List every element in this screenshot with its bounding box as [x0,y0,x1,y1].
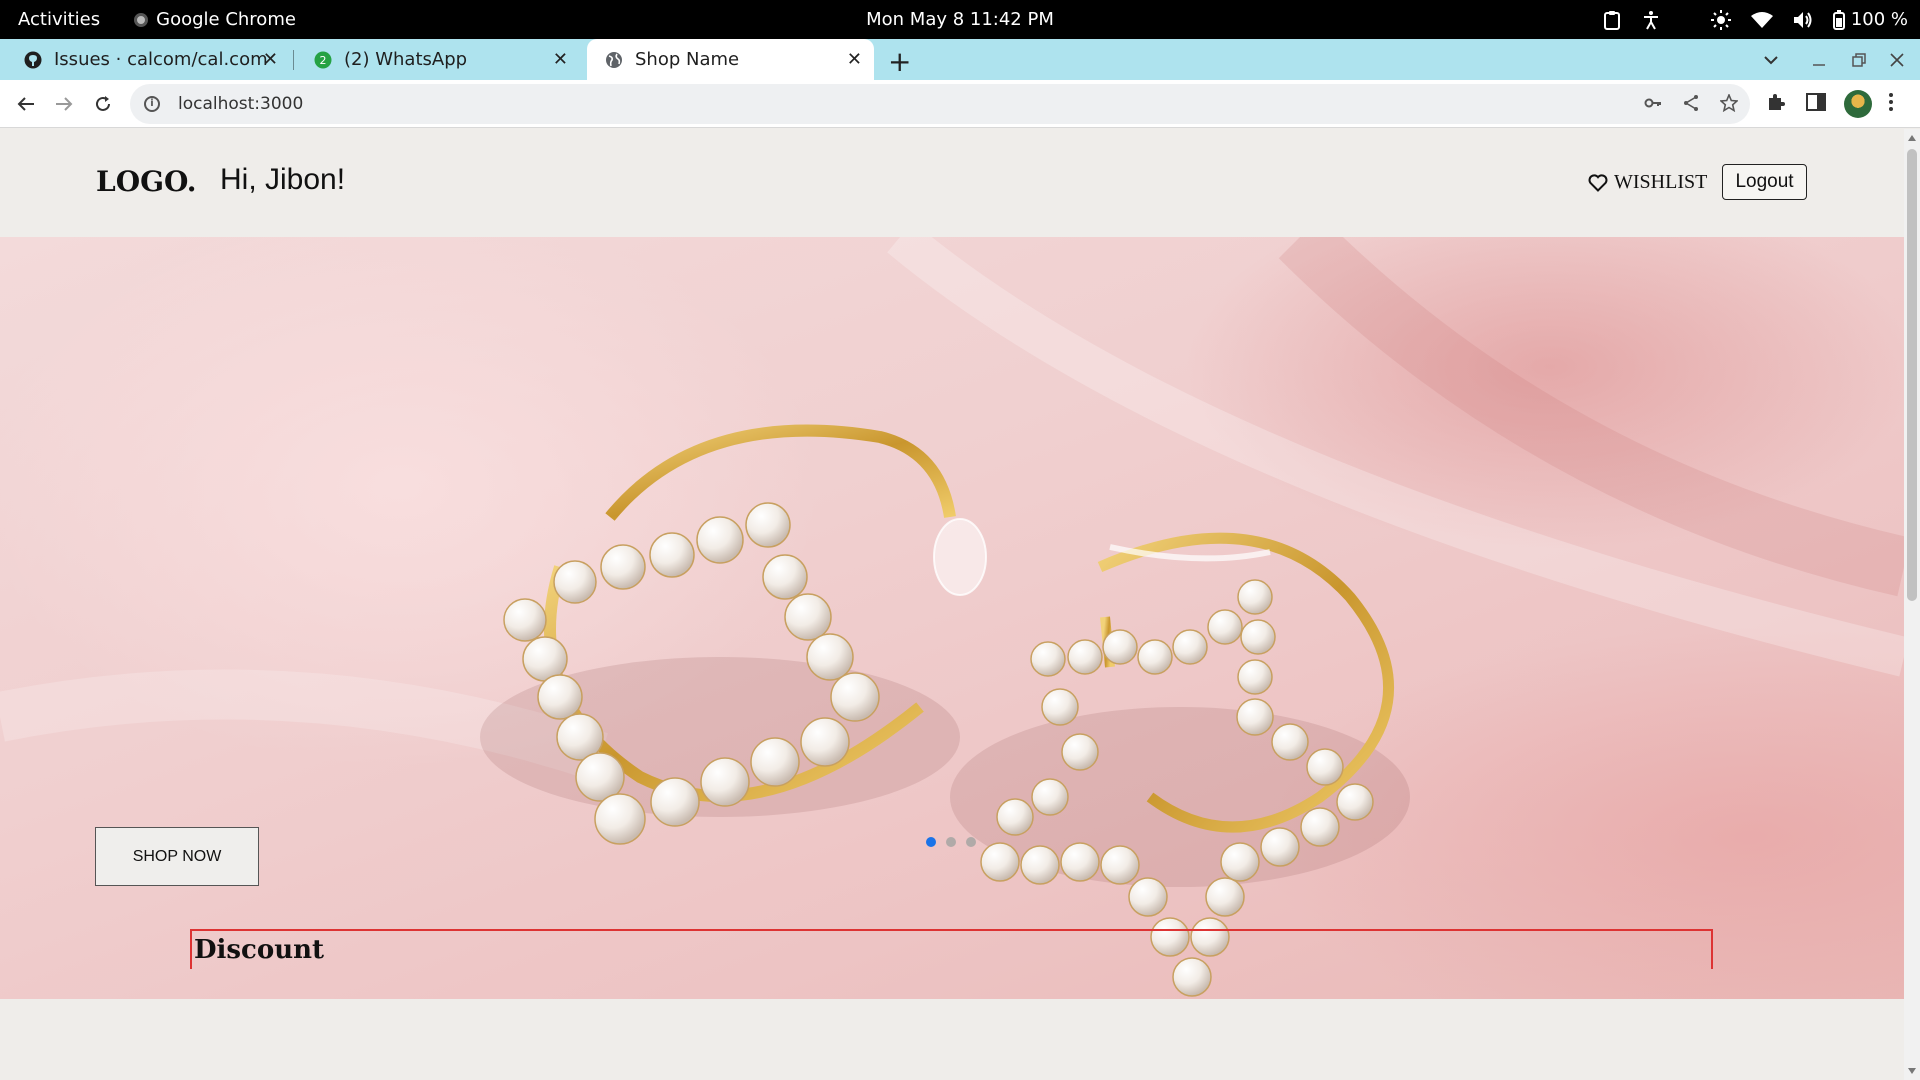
github-icon [24,51,42,69]
volume-icon [1793,11,1812,28]
tab-search-icon[interactable] [1764,39,1778,80]
back-icon[interactable] [14,92,38,116]
clipboard-icon [1603,10,1620,30]
battery-icon [1832,9,1845,30]
profile-avatar[interactable] [1844,90,1872,118]
system-tray[interactable]: 100 % [1603,0,1908,39]
globe-icon [605,51,623,69]
user-greeting: Hi, Jibon! [220,163,346,196]
reload-icon[interactable] [91,92,115,116]
url-text: localhost:3000 [178,94,304,114]
close-tab-icon[interactable]: ✕ [847,49,862,70]
whatsapp-icon: 2 [314,51,332,69]
wishlist-link[interactable]: WISHLIST [1588,171,1707,194]
tab-whatsapp[interactable]: 2 (2) WhatsApp ✕ [296,39,580,80]
address-bar[interactable]: i localhost:3000 [130,84,1750,124]
wifi-icon [1750,11,1773,28]
tab-strip: Issues · calcom/cal.com · G ✕ 2 (2) What… [0,39,1920,80]
app-menu[interactable]: Google Chrome [134,9,296,30]
chrome-icon [134,12,149,27]
close-window-icon[interactable] [1890,39,1904,80]
carousel-dot[interactable] [946,837,956,847]
tab-title: (2) WhatsApp [344,49,468,70]
carousel-dot[interactable] [926,837,936,847]
app-name: Google Chrome [156,9,296,30]
site-header: LOGO. Hi, Jibon! WISHLIST Logout [0,129,1904,237]
close-tab-icon[interactable]: ✕ [553,49,568,70]
hero-carousel[interactable]: SHOP NOW [0,237,1904,999]
site-info-icon[interactable]: i [144,96,160,112]
toolbar-actions [1766,90,1894,118]
tab-title: Issues · calcom/cal.com · G [54,49,272,70]
system-top-bar: Activities Google Chrome Mon May 8 11:42… [0,0,1920,39]
bookmark-star-icon[interactable] [1719,92,1739,116]
battery-percent: 100 % [1850,9,1908,30]
share-icon[interactable] [1682,94,1700,116]
site-logo[interactable]: LOGO. [96,165,197,198]
discount-heading: Discount [194,935,325,965]
key-icon[interactable] [1644,94,1662,116]
scrollbar-thumb[interactable] [1907,149,1917,601]
tab-separator [293,50,294,70]
restore-icon[interactable] [1852,39,1866,80]
new-tab-icon[interactable]: + [888,45,911,78]
tab-github-issues[interactable]: Issues · calcom/cal.com · G ✕ [0,39,290,80]
activities-button[interactable]: Activities [18,9,100,30]
carousel-dot[interactable] [966,837,976,847]
page-scrollbar[interactable] [1904,129,1920,1080]
scroll-down-icon[interactable] [1908,1068,1916,1074]
discount-section: Discount [190,929,1713,969]
close-tab-icon[interactable]: ✕ [263,49,278,70]
brightness-icon [1710,9,1731,30]
accessibility-icon [1643,10,1658,29]
side-panel-icon[interactable] [1806,93,1826,115]
scroll-up-icon[interactable] [1908,135,1916,141]
logout-button[interactable]: Logout [1722,164,1807,200]
tab-title: Shop Name [635,49,740,70]
hero-image [0,237,1904,997]
wishlist-label: WISHLIST [1614,171,1708,193]
carousel-indicators [926,837,976,847]
whatsapp-badge: 2 [320,54,327,67]
battery-status: 100 % [1832,9,1908,30]
extensions-icon[interactable] [1766,92,1786,116]
shop-now-button[interactable]: SHOP NOW [95,827,259,886]
forward-icon[interactable] [52,92,76,116]
minimize-icon[interactable] [1812,39,1826,80]
browser-toolbar: i localhost:3000 [0,80,1920,128]
tab-shop-name[interactable]: Shop Name ✕ [587,39,874,80]
heart-icon [1588,173,1608,192]
chrome-menu-icon[interactable] [1888,92,1894,116]
